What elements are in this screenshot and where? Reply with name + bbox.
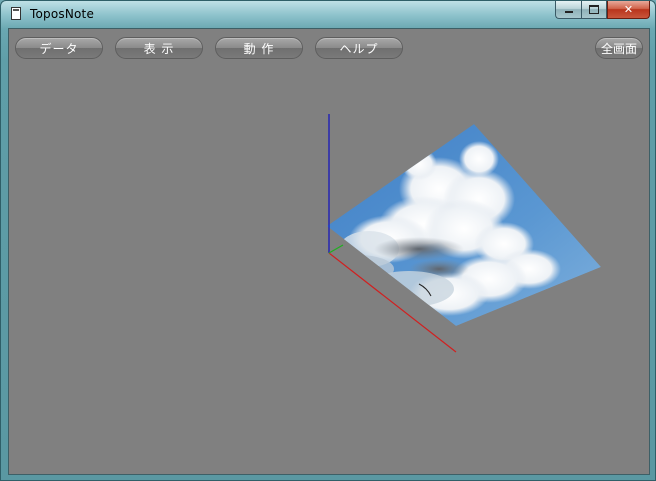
maximize-button[interactable] [581,1,607,19]
title-bar[interactable]: ToposNote ✕ [1,1,655,28]
y-axis-line [328,244,344,254]
window-controls: ✕ [555,1,650,20]
app-window: ToposNote ✕ データ 表 示 動 作 ヘルプ 全画面 [0,0,656,481]
minimize-icon [564,11,573,13]
window-title: ToposNote [30,7,95,21]
app-icon [11,7,21,20]
3d-scene[interactable] [9,29,649,474]
maximize-icon [589,5,599,14]
viewport-area[interactable]: データ 表 示 動 作 ヘルプ 全画面 [8,28,650,475]
close-button[interactable]: ✕ [607,1,650,19]
window-bottom-border [1,475,655,480]
minimize-button[interactable] [555,1,581,19]
close-icon: ✕ [623,3,634,16]
textured-plane[interactable] [324,124,601,326]
